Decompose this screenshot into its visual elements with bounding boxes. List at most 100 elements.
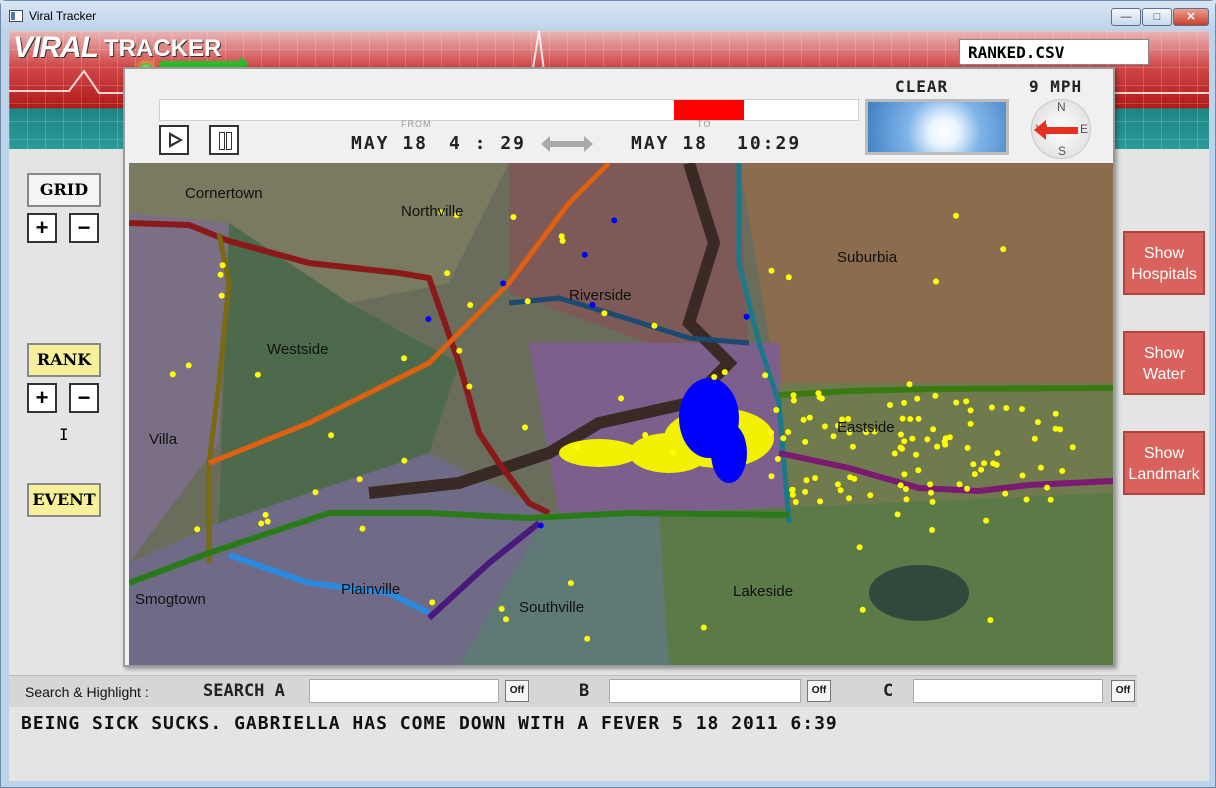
event-dot bbox=[994, 450, 1001, 457]
event-dot bbox=[803, 477, 810, 484]
event-dot bbox=[1023, 496, 1030, 503]
maximize-button[interactable]: □ bbox=[1142, 8, 1172, 26]
close-button[interactable]: ✕ bbox=[1173, 8, 1209, 26]
cluster-yellow-west bbox=[559, 439, 639, 467]
event-dot bbox=[789, 491, 796, 498]
search-b-off-button[interactable]: Off bbox=[807, 680, 831, 702]
event-message: BEING SICK SUCKS. GABRIELLA HAS COME DOW… bbox=[21, 713, 838, 734]
search-a-off-button[interactable]: Off bbox=[505, 680, 529, 702]
event-dot bbox=[1019, 406, 1025, 412]
event-dot bbox=[328, 432, 335, 439]
map-label-eastside: Eastside bbox=[837, 419, 895, 436]
cluster-blue-lower bbox=[711, 423, 747, 483]
to-date: MAY 18 bbox=[631, 133, 709, 154]
event-dot bbox=[971, 471, 978, 478]
event-dot bbox=[802, 488, 809, 495]
search-c-input[interactable] bbox=[913, 679, 1103, 703]
show-hospitals-button[interactable]: Show Hospitals bbox=[1123, 231, 1205, 295]
event-dot bbox=[970, 461, 977, 468]
event-dot bbox=[891, 450, 898, 457]
search-b-input[interactable] bbox=[609, 679, 801, 703]
show-landmark-button[interactable]: Show Landmark bbox=[1123, 431, 1205, 495]
minimize-button[interactable]: — bbox=[1111, 8, 1141, 26]
timeline-slider[interactable] bbox=[159, 99, 859, 121]
event-dot bbox=[846, 495, 852, 502]
title-bar[interactable]: Viral Tracker — □ ✕ bbox=[1, 1, 1215, 31]
search-a-input[interactable] bbox=[309, 679, 499, 703]
rank-toggle-button[interactable]: RANK bbox=[27, 343, 101, 377]
event-dot bbox=[901, 399, 908, 406]
double-arrow-icon bbox=[541, 136, 593, 152]
event-dot bbox=[264, 518, 271, 525]
event-dot bbox=[444, 270, 451, 277]
event-dot bbox=[1031, 435, 1038, 442]
event-dot bbox=[914, 395, 921, 402]
event-dot bbox=[981, 460, 988, 467]
search-c-off-button[interactable]: Off bbox=[1111, 680, 1135, 702]
grid-decrease-button[interactable]: − bbox=[69, 213, 99, 243]
event-dot bbox=[1019, 472, 1026, 479]
search-a-label: SEARCH A bbox=[203, 681, 285, 701]
event-dot-blue bbox=[500, 280, 507, 287]
event-dot bbox=[359, 525, 366, 532]
event-dot bbox=[812, 475, 819, 481]
map-label-northville: Northville bbox=[401, 203, 464, 220]
rank-increase-button[interactable]: + bbox=[27, 383, 57, 413]
map-label-plainville: Plainville bbox=[341, 581, 401, 598]
search-c-label: C bbox=[883, 681, 894, 701]
event-dot bbox=[700, 624, 707, 631]
event-dot bbox=[601, 310, 608, 317]
map-canvas[interactable] bbox=[129, 163, 1113, 665]
wind-direction-arrow-icon bbox=[1034, 120, 1078, 140]
event-dot bbox=[567, 580, 574, 587]
event-dot bbox=[429, 599, 436, 606]
event-dot bbox=[867, 492, 874, 499]
city-map[interactable]: Cornertown Northville Riverside Suburbia… bbox=[129, 163, 1113, 665]
event-dot bbox=[584, 635, 591, 642]
play-button[interactable] bbox=[159, 125, 189, 155]
search-b-label: B bbox=[579, 681, 590, 701]
to-label: TO bbox=[697, 119, 712, 129]
grid-increase-button[interactable]: + bbox=[27, 213, 57, 243]
event-dot bbox=[928, 489, 934, 496]
event-dot bbox=[815, 390, 822, 397]
pause-button[interactable] bbox=[209, 125, 239, 155]
compass-east: E bbox=[1080, 122, 1089, 136]
event-dot-blue bbox=[611, 217, 618, 224]
event-dot bbox=[1059, 468, 1066, 474]
event-dot bbox=[773, 407, 780, 413]
event-dot bbox=[774, 456, 781, 462]
compass-north: N bbox=[1057, 100, 1066, 114]
event-dot bbox=[817, 498, 824, 505]
event-dot bbox=[834, 481, 841, 488]
window-title: Viral Tracker bbox=[29, 9, 97, 23]
search-bar: Search & Highlight : SEARCH A Off B Off … bbox=[9, 675, 1137, 707]
event-dot bbox=[1000, 246, 1007, 253]
event-dot bbox=[618, 395, 625, 402]
timeline-window[interactable] bbox=[674, 100, 745, 120]
event-dot bbox=[503, 616, 509, 623]
event-dot bbox=[802, 438, 809, 445]
event-dot bbox=[930, 426, 937, 433]
event-dot bbox=[927, 481, 934, 488]
event-dot bbox=[559, 237, 566, 244]
map-label-smogtown: Smogtown bbox=[135, 591, 206, 608]
event-dot bbox=[1047, 496, 1054, 503]
rank-decrease-button[interactable]: − bbox=[69, 383, 99, 413]
event-dot bbox=[670, 449, 677, 456]
event-dot bbox=[887, 402, 893, 408]
file-name-field[interactable]: RANKED.CSV bbox=[959, 39, 1149, 65]
event-dot bbox=[907, 416, 914, 422]
map-label-westside: Westside bbox=[267, 341, 329, 358]
event-dot bbox=[1003, 405, 1010, 411]
event-dot bbox=[956, 481, 963, 488]
event-dot bbox=[929, 527, 936, 533]
event-toggle-button[interactable]: EVENT bbox=[27, 483, 101, 517]
event-dot bbox=[1044, 484, 1051, 491]
show-water-button[interactable]: Show Water bbox=[1123, 331, 1205, 395]
from-label: FROM bbox=[401, 119, 432, 129]
event-dot bbox=[574, 443, 580, 450]
event-dot bbox=[967, 407, 974, 414]
grid-toggle-button[interactable]: GRID bbox=[27, 173, 101, 207]
event-dot bbox=[401, 355, 408, 362]
